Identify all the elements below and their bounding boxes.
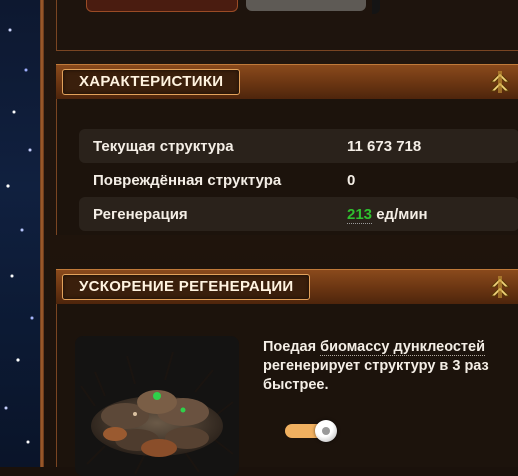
description-text: Поедая — [263, 339, 321, 355]
regen-boost-body: Поедая биомассу дунклеостей регенерирует… — [56, 304, 518, 476]
creature-swarm-image — [75, 336, 239, 476]
regen-boost-header: УСКОРЕНИЕ РЕГЕНЕРАЦИИ — [56, 269, 518, 305]
space-background — [0, 0, 40, 467]
stat-value: 213 ед/мин — [347, 205, 518, 224]
stat-label: Регенерация — [93, 205, 188, 223]
regen-boost-title: УСКОРЕНИЕ РЕГЕНЕРАЦИИ — [62, 274, 311, 300]
biomass-link[interactable]: биомассу дунклеостей — [320, 339, 485, 356]
characteristics-collapse-button[interactable] — [486, 68, 514, 96]
double-chevron-up-icon — [489, 276, 511, 298]
stat-value: 11 673 718 — [347, 137, 422, 155]
regen-boost-toggle[interactable] — [285, 420, 343, 442]
regeneration-value-tooltip[interactable]: 213 — [347, 205, 373, 224]
previous-section-button-grey[interactable] — [246, 0, 366, 11]
previous-section-button-red[interactable] — [86, 0, 238, 12]
description-text: регенерирует структуру в 3 раз быстрее. — [263, 358, 489, 393]
double-chevron-up-icon — [489, 71, 511, 93]
stat-row-regeneration: Регенерация 213 ед/мин — [79, 197, 518, 231]
stat-row-damaged-structure: Повреждённая структура 0 — [79, 163, 518, 197]
regeneration-unit: ед/мин — [372, 205, 428, 223]
creature-swarm-icon — [80, 351, 234, 475]
regen-boost-collapse-button[interactable] — [486, 273, 514, 301]
stat-label: Текущая структура — [93, 137, 234, 155]
regen-boost-description: Поедая биомассу дунклеостей регенерирует… — [263, 338, 518, 395]
stats-list: Текущая структура 11 673 718 Повреждённа… — [79, 129, 518, 231]
characteristics-body: Текущая структура 11 673 718 Повреждённа… — [56, 99, 518, 235]
characteristics-header: ХАРАКТЕРИСТИКИ — [56, 64, 518, 100]
characteristics-title: ХАРАКТЕРИСТИКИ — [62, 69, 241, 95]
stat-row-current-structure: Текущая структура 11 673 718 — [79, 129, 518, 163]
stat-label: Повреждённая структура — [93, 171, 282, 189]
toggle-knob[interactable] — [315, 420, 337, 442]
stat-value: 0 — [347, 171, 356, 189]
